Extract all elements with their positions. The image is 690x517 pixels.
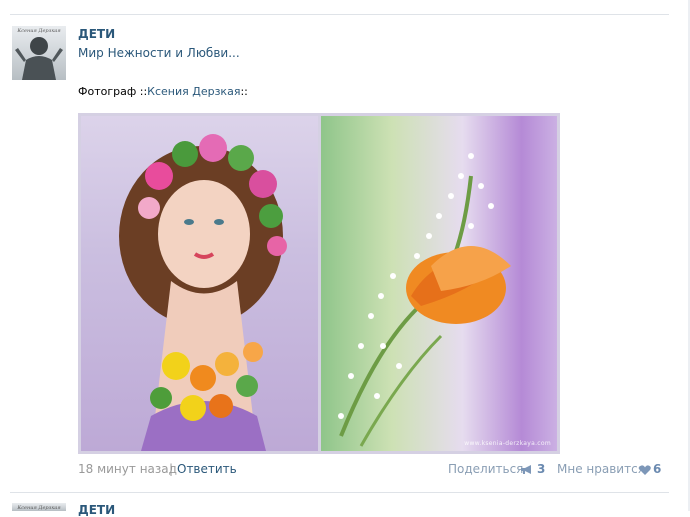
- share-button[interactable]: Поделиться: [448, 462, 523, 476]
- like-count[interactable]: 6: [653, 462, 661, 476]
- next-post-avatar[interactable]: Ксения Дерзкая: [12, 503, 66, 511]
- reply-link[interactable]: Ответить: [177, 462, 237, 476]
- post-divider: [10, 492, 669, 493]
- top-divider: [10, 14, 669, 15]
- photo-panel-girl: [81, 116, 318, 451]
- orange-tulip-image: [338, 153, 511, 447]
- heart-icon[interactable]: [639, 465, 651, 475]
- photo-watermark: www.ksenia-derzkaya.com: [464, 440, 551, 447]
- avatar-caption: Ксения Дерзкая: [17, 28, 61, 34]
- post-timestamp[interactable]: 18 минут назад: [78, 462, 177, 476]
- post-photo[interactable]: www.ksenia-derzkaya.com: [78, 113, 560, 454]
- post-author[interactable]: ДЕТИ: [78, 27, 115, 41]
- girl-with-flowers-image: [119, 134, 287, 451]
- photographer-link[interactable]: Ксения Дерзкая: [147, 85, 240, 98]
- avatar[interactable]: Ксения Дерзкая: [12, 26, 66, 80]
- next-avatar-caption: Ксения Дерзкая: [17, 505, 61, 511]
- credit-suffix: ::: [240, 85, 248, 98]
- meta-separator: |: [169, 462, 174, 476]
- credit-prefix: Фотограф ::: [78, 85, 148, 98]
- photo-panel-tulip: www.ksenia-derzkaya.com: [321, 116, 557, 451]
- avatar-child-figure-icon: [15, 37, 63, 80]
- next-post-author[interactable]: ДЕТИ: [78, 503, 115, 517]
- post-text: Мир Нежности и Любви...: [78, 46, 240, 60]
- share-count[interactable]: 3: [537, 462, 545, 476]
- megaphone-icon[interactable]: [520, 464, 534, 475]
- photographer-credit: Фотограф ::Ксения Дерзкая::: [78, 85, 248, 98]
- like-button[interactable]: Мне нравится: [557, 462, 645, 476]
